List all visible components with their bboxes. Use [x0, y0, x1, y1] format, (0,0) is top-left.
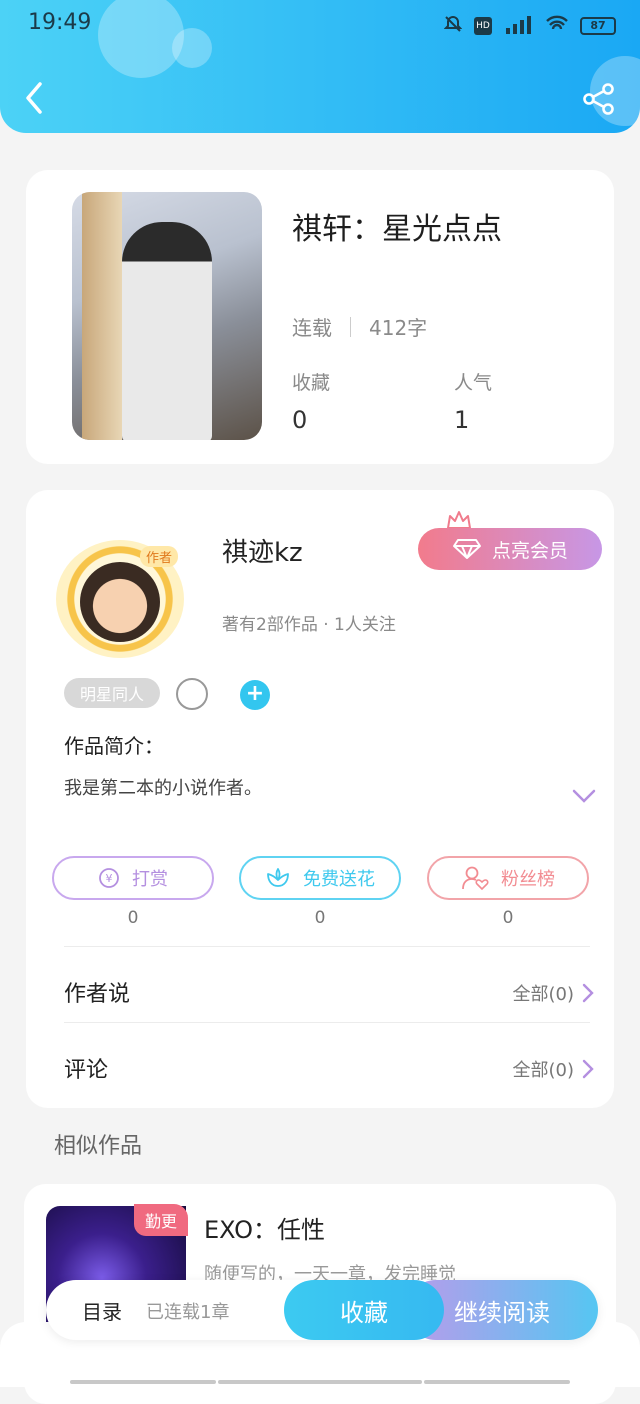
mute-icon: [443, 15, 463, 37]
update-badge: 勤更: [134, 1204, 188, 1236]
nav-indicator: [70, 1380, 216, 1384]
book-status: 连载 412字: [292, 312, 427, 341]
decor-bubble: [98, 0, 184, 78]
genre-tag[interactable]: 明星同人: [64, 678, 160, 708]
book-title: 祺轩：星光点点: [292, 212, 502, 247]
author-badge: 作者: [139, 546, 178, 567]
chapter-count: 已连载1章: [146, 1302, 230, 1323]
svg-text:¥: ¥: [106, 872, 113, 885]
add-favorite-button[interactable]: 收藏: [284, 1280, 444, 1340]
signal-icon: [504, 14, 534, 38]
comments-count: 全部(0): [512, 1060, 575, 1081]
intro-text: 我是第二本的小说作者。: [64, 778, 262, 799]
book-cover[interactable]: [72, 192, 262, 440]
cover-figure: [122, 222, 212, 440]
word-count: 412字: [369, 316, 428, 340]
favorites-label: 收藏: [292, 372, 331, 394]
tip-label: 打赏: [132, 869, 168, 890]
popularity-label: 人气: [454, 372, 493, 394]
toc-button[interactable]: 目录: [82, 1296, 122, 1325]
divider: [64, 946, 590, 947]
send-flower-button[interactable]: 免费送花: [239, 856, 401, 900]
chevron-right-icon: [582, 983, 594, 1003]
tag-circle[interactable]: [176, 678, 208, 710]
author-name[interactable]: 祺迹kz: [222, 532, 303, 569]
avatar-face: [80, 562, 160, 642]
book-info-card: 祺轩：星光点点 连载 412字 收藏 0 人气 1: [26, 170, 614, 464]
favorites-count: 0: [292, 406, 308, 434]
tip-button[interactable]: ¥ 打赏: [52, 856, 214, 900]
fan-ranking-label: 粉丝榜: [501, 869, 555, 890]
nav-indicator: [218, 1380, 422, 1384]
author-says-link[interactable]: 全部(0): [513, 980, 595, 1006]
vip-label: 点亮会员: [491, 539, 568, 562]
yen-icon: ¥: [99, 868, 119, 888]
popularity-count: 1: [454, 406, 470, 434]
cover-art: [82, 192, 122, 440]
fan-count: 0: [502, 908, 514, 928]
fan-ranking-button[interactable]: 粉丝榜: [427, 856, 589, 900]
decor-bubble: [172, 28, 212, 68]
divider: [64, 1022, 590, 1023]
vip-button[interactable]: 点亮会员: [418, 528, 602, 570]
divider: [350, 316, 351, 337]
author-meta: 著有2部作品 · 1人关注: [222, 615, 396, 635]
tip-count: 0: [127, 908, 139, 928]
comments-label: 评论: [64, 1058, 109, 1083]
share-icon[interactable]: [582, 82, 616, 116]
bottom-action-bar: 目录 已连载1章 继续阅读 收藏: [46, 1280, 598, 1340]
add-tag-button[interactable]: +: [240, 680, 270, 710]
flower-count: 0: [314, 908, 326, 928]
flower-icon: [267, 868, 289, 887]
battery-icon: 87: [580, 17, 616, 35]
similar-book-title: EXO：任性: [204, 1216, 325, 1244]
status-icons: HD 87: [443, 14, 616, 38]
author-says-count: 全部(0): [512, 984, 575, 1005]
status-time: 19:49: [28, 10, 92, 35]
serial-status: 连载: [292, 316, 332, 340]
intro-heading: 作品简介：: [64, 734, 164, 758]
wifi-icon: [546, 15, 568, 37]
chevron-right-icon: [582, 1059, 594, 1079]
back-icon[interactable]: [20, 80, 52, 116]
diamond-icon: [452, 539, 481, 559]
header-bar: 19:49 HD 87: [0, 0, 640, 133]
similar-works-heading: 相似作品: [54, 1134, 143, 1159]
comments-link[interactable]: 全部(0): [513, 1056, 595, 1082]
author-says-label: 作者说: [64, 982, 131, 1007]
nav-indicator: [424, 1380, 570, 1384]
crown-icon: [447, 511, 471, 529]
fan-icon: [462, 866, 489, 891]
send-flower-label: 免费送花: [303, 869, 375, 890]
hd-icon: HD: [474, 17, 492, 35]
author-card: 作者 祺迹kz 点亮会员 著有2部作品 · 1人关注 明星同人 + 作品简介： …: [26, 490, 614, 1108]
chevron-down-icon[interactable]: [572, 788, 596, 804]
author-avatar[interactable]: 作者: [56, 540, 184, 658]
